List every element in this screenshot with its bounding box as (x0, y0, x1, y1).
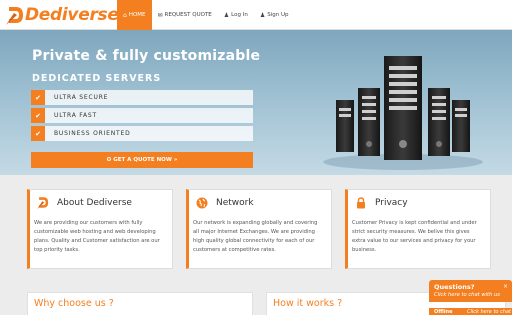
nav-log-in[interactable]: ♟ Log In (218, 0, 254, 30)
feature-label: BUSINESS ORIENTED (54, 130, 131, 137)
dediverse-logo-icon (36, 196, 49, 209)
hero-subtitle: DEDICATED SERVERS (32, 73, 162, 84)
user-icon: ♟ (223, 11, 230, 19)
close-icon[interactable]: × (503, 283, 508, 290)
privacy-card: Privacy Customer Privacy is kept confide… (345, 189, 491, 269)
nav-home[interactable]: ⌂ HOME (117, 0, 152, 30)
chat-status: Offline (434, 309, 453, 315)
lock-icon (354, 196, 367, 209)
nav-home-label: HOME (128, 12, 146, 18)
feature-item: ✔ BUSINESS ORIENTED (31, 126, 253, 141)
feature-label: ULTRA SECURE (54, 94, 109, 101)
section-title: Why choose us ? (34, 298, 114, 309)
why-choose-us-section: Why choose us ? (27, 292, 253, 315)
check-icon: ✔ (31, 126, 45, 141)
feature-label: ULTRA FAST (54, 112, 97, 119)
feature-item: ✔ ULTRA SECURE (31, 90, 253, 105)
about-card: About Dediverse We are providing our cus… (27, 189, 173, 269)
chat-title: Questions? (434, 283, 475, 291)
brand-name: Dediverse (25, 5, 119, 25)
hero-banner: Private & fully customizable DEDICATED S… (0, 30, 512, 175)
globe-icon (195, 196, 208, 209)
dediverse-logo-icon (6, 7, 23, 25)
nav-log-in-label: Log In (231, 12, 248, 18)
nav-request-quote[interactable]: ✉ REQUEST QUOTE (152, 0, 218, 30)
card-title: Privacy (375, 197, 408, 208)
card-body: Our network is expanding globally and co… (193, 220, 318, 253)
check-icon: ✔ (31, 108, 45, 123)
envelope-icon: ✉ (157, 11, 163, 19)
brand-logo[interactable]: Dediverse (6, 3, 119, 27)
network-card: Network Our network is expanding globall… (186, 189, 332, 269)
card-title: About Dediverse (57, 197, 132, 208)
server-rack-illustration (323, 56, 483, 170)
get-quote-button[interactable]: ✪ GET A QUOTE NOW » (31, 152, 253, 168)
chat-widget-secondary[interactable]: Offline Click here to chat (429, 308, 512, 315)
chat-subtitle: Click here to chat with us (434, 292, 500, 298)
chat-widget[interactable]: Questions? Click here to chat with us × (429, 280, 512, 302)
nav-sign-up[interactable]: ♟ Sign Up (254, 0, 295, 30)
chat-secondary-link: Click here to chat (467, 309, 512, 315)
nav-request-quote-label: REQUEST QUOTE (164, 12, 212, 18)
feature-item: ✔ ULTRA FAST (31, 108, 253, 123)
top-navbar: Dediverse ⌂ HOME ✉ REQUEST QUOTE ♟ Log I… (0, 0, 512, 30)
main-nav: ⌂ HOME ✉ REQUEST QUOTE ♟ Log In ♟ Sign U… (117, 0, 295, 30)
home-icon: ⌂ (123, 11, 127, 19)
card-body: We are providing our customers with full… (34, 220, 160, 253)
check-icon: ✔ (31, 90, 45, 105)
tag-icon: ✪ (106, 157, 112, 163)
get-quote-label: GET A QUOTE NOW » (113, 157, 178, 163)
hero-title: Private & fully customizable (32, 48, 261, 64)
card-title: Network (216, 197, 254, 208)
user-icon: ♟ (259, 11, 266, 19)
card-body: Customer Privacy is kept confidential an… (352, 220, 477, 253)
nav-sign-up-label: Sign Up (267, 12, 289, 18)
